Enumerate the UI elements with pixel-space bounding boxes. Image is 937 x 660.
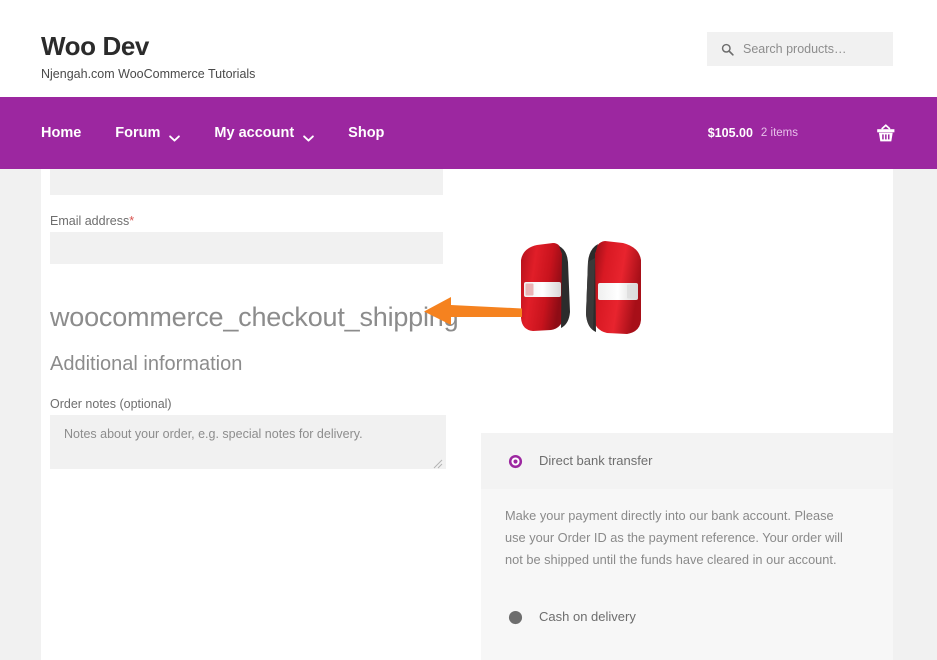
site-tagline: Njengah.com WooCommerce Tutorials [41,67,256,81]
radio-unselected-icon[interactable] [508,610,523,625]
payment-option-cash-on-delivery[interactable]: Cash on delivery [481,589,893,645]
search-input[interactable]: Search products… [743,42,847,56]
order-notes-label: Order notes (optional) [50,397,172,411]
checkout-page: Woo Dev Njengah.com WooCommerce Tutorial… [0,0,937,660]
order-notes-textarea[interactable]: Notes about your order, e.g. special not… [50,415,446,469]
nav-item-shop[interactable]: Shop [348,125,384,141]
previous-field-input[interactable] [50,169,443,195]
nav-item-label: Home [41,125,82,141]
chevron-down-icon[interactable] [303,130,314,142]
order-notes-placeholder: Notes about your order, e.g. special not… [64,427,363,441]
payment-option-description: Make your payment directly into our bank… [505,508,843,567]
car-tail-lights-image [509,238,653,342]
shipping-heading: woocommerce_checkout_shipping [50,302,459,332]
main-navigation: Home Forum My account Shop $105.00 2 ite… [0,97,937,169]
additional-information-heading: Additional information [50,353,243,375]
email-field-label: Email address* [50,213,134,229]
nav-item-label: Forum [115,125,161,141]
chevron-down-icon[interactable] [169,130,181,142]
required-asterisk: * [129,214,135,228]
site-header: Woo Dev Njengah.com WooCommerce Tutorial… [0,0,937,97]
nav-item-my-account[interactable]: My account [214,125,314,142]
email-field[interactable] [50,232,443,264]
payment-methods-box: Direct bank transfer Make your payment d… [481,433,893,660]
payment-option-label: Direct bank transfer [539,453,653,468]
cart-summary[interactable]: $105.00 2 items [708,97,937,169]
cart-total: $105.00 [707,126,753,140]
order-review-column: Direct bank transfer Make your payment d… [475,169,893,660]
nav-item-list: Home Forum My account Shop [41,97,418,169]
shopping-basket-icon[interactable] [876,123,896,143]
textarea-resize-handle[interactable] [433,456,443,469]
nav-item-home[interactable]: Home [41,125,81,141]
site-branding[interactable]: Woo Dev Njengah.com WooCommerce Tutorial… [41,30,255,83]
cart-item-count: 2 items [760,127,798,139]
product-search-box[interactable]: Search products… [707,32,893,66]
nav-item-forum[interactable]: Forum [115,125,181,142]
search-icon [721,43,734,56]
checkout-form-column: Email address* woocommerce_checkout_ship… [50,169,470,660]
email-label-text: Email address [50,214,130,228]
payment-option-direct-bank-transfer[interactable]: Direct bank transfer [481,433,893,489]
site-title: Woo Dev [41,31,149,61]
nav-item-label: Shop [348,125,385,141]
payment-option-label: Cash on delivery [539,609,636,624]
checkout-content: Email address* woocommerce_checkout_ship… [41,169,893,660]
nav-item-label: My account [214,125,295,141]
radio-selected-icon[interactable] [508,454,523,469]
